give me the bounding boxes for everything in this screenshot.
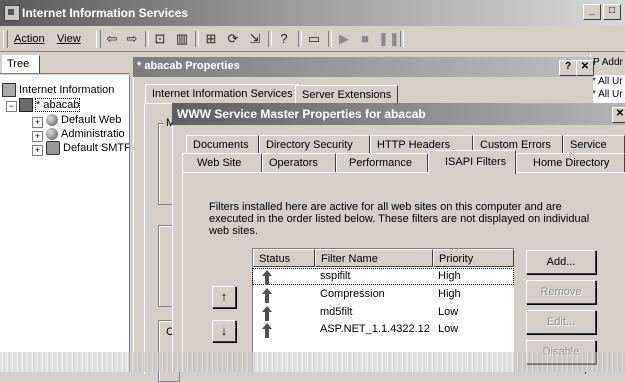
tree-item-default-web[interactable]: Default Web — [46, 113, 121, 127]
tree-header: Tree — [0, 54, 130, 74]
main-title-bar: Internet Information Services _ □ — [0, 0, 625, 26]
tree-item-administration[interactable]: Administratio — [46, 127, 125, 141]
properties-icon[interactable]: ⊞ — [203, 31, 219, 47]
tab-internet-information-services[interactable]: Internet Information Services — [145, 84, 300, 103]
edit-filter-button[interactable]: Edit... — [526, 310, 596, 334]
master-dialog-title-bar: WWW Service Master Properties for abacab… — [172, 103, 625, 125]
close-button[interactable]: ✕ — [612, 107, 625, 123]
tree-item-root[interactable]: Internet Information — [2, 83, 115, 98]
remove-filter-button[interactable]: Remove — [526, 280, 596, 304]
tab-isapi-filters[interactable]: ISAPI Filters — [428, 150, 516, 174]
tab-web-site[interactable]: Web Site — [182, 153, 262, 172]
filter-name: Compression — [320, 288, 385, 300]
toolbar-separator — [400, 31, 404, 47]
toolbar-separator — [195, 31, 199, 47]
expand-icon[interactable]: + — [32, 117, 43, 128]
add-filter-button[interactable]: Add... — [526, 250, 596, 274]
computer-icon[interactable]: ▭ — [306, 31, 322, 47]
toolbar-separator — [268, 31, 272, 47]
window-title: Internet Information Services — [22, 6, 189, 20]
tree-item-label: Default Web — [61, 114, 122, 126]
tree-tab[interactable]: Tree — [2, 55, 40, 73]
tab-performance[interactable]: Performance — [336, 153, 428, 172]
tree-pane[interactable]: Internet Information − * abacab + Defaul… — [0, 75, 130, 372]
iis-root-icon — [2, 83, 16, 98]
collapse-icon[interactable]: − — [6, 101, 17, 112]
tree-item-abacab[interactable]: * abacab — [19, 98, 81, 113]
list-item[interactable]: * All Ur — [590, 75, 625, 88]
up-folder-icon[interactable]: ⊡ — [152, 31, 168, 47]
column-header-priority[interactable]: Priority — [433, 249, 514, 267]
table-row[interactable]: ASP.NET_1.1.4322.12 Low — [253, 322, 513, 338]
pause-icon[interactable]: ❚❚ — [378, 31, 400, 47]
props-dialog-title: * abacab Properties — [137, 60, 240, 72]
tab-directory-security[interactable]: Directory Security — [259, 135, 370, 154]
column-header-status[interactable]: Status — [253, 249, 315, 267]
menu-toolbar: Action View ⇦ ⇨ ⊡ ▥ ⊞ ⟳ ⇲ ? ▭ ▶ ■ ❚❚ — [0, 26, 625, 52]
column-header-ip-address[interactable]: P Addr — [590, 54, 625, 74]
web-site-icon — [46, 114, 58, 127]
tree-item-label: Administratio — [61, 128, 125, 140]
filter-name: sspifilt — [320, 270, 351, 282]
filter-name: ASP.NET_1.1.4322.12 — [320, 323, 430, 335]
tree-item-label: Internet Information — [19, 84, 115, 96]
filter-name: md5filt — [320, 306, 353, 318]
tab-service[interactable]: Service — [563, 135, 625, 154]
tab-documents[interactable]: Documents — [186, 135, 259, 154]
back-icon[interactable]: ⇦ — [104, 31, 120, 47]
smtp-icon — [46, 141, 60, 156]
refresh-icon[interactable]: ⟳ — [225, 31, 241, 47]
forward-icon[interactable]: ⇨ — [124, 31, 140, 47]
column-header-filter-name[interactable]: Filter Name — [315, 249, 433, 267]
minimize-button[interactable]: _ — [583, 4, 601, 20]
tree-item-default-smtp[interactable]: Default SMTF — [46, 141, 130, 156]
tab-server-extensions[interactable]: Server Extensions — [295, 85, 399, 104]
stop-icon[interactable]: ■ — [357, 31, 373, 47]
torn-edge-artifact — [0, 352, 625, 372]
menu-action[interactable]: Action — [14, 33, 45, 45]
props-dialog-title-bar: * abacab Properties ? ✕ — [133, 57, 594, 77]
toolbar-grip-2[interactable] — [96, 30, 101, 48]
toolbar-grip[interactable] — [3, 30, 8, 48]
window-controls: _ □ — [583, 4, 621, 20]
menu-view[interactable]: View — [57, 33, 81, 45]
toolbar-separator — [298, 31, 302, 47]
move-down-button[interactable]: ↓ — [212, 320, 236, 342]
close-button[interactable]: ✕ — [576, 60, 594, 76]
expand-icon[interactable]: + — [32, 131, 43, 142]
table-row[interactable]: Compression High — [253, 287, 513, 303]
play-icon[interactable]: ▶ — [336, 31, 352, 47]
table-row[interactable]: md5filt Low — [253, 305, 513, 321]
filters-description: Filters installed here are active for al… — [209, 201, 590, 237]
help-icon[interactable]: ? — [276, 31, 292, 47]
iis-app-icon — [4, 5, 20, 21]
tree-item-label: Default SMTF — [63, 142, 130, 154]
tab-home-directory[interactable]: Home Directory — [516, 153, 625, 172]
filter-priority: High — [438, 270, 461, 282]
filter-priority: Low — [438, 323, 459, 335]
server-icon — [19, 98, 33, 113]
table-row[interactable]: sspifilt High — [252, 268, 514, 285]
maximize-button[interactable]: □ — [603, 4, 621, 20]
move-up-button[interactable]: ↑ — [212, 286, 236, 308]
tree-item-label: * abacab — [34, 98, 81, 112]
toolbar-separator — [328, 31, 332, 47]
toolbar-separator — [145, 31, 149, 47]
filter-priority: Low — [438, 306, 459, 318]
expand-icon[interactable]: + — [32, 145, 43, 156]
tab-operators[interactable]: Operators — [262, 153, 336, 172]
web-site-icon — [46, 128, 58, 141]
master-dialog-title: WWW Service Master Properties for abacab — [177, 107, 426, 121]
export-icon[interactable]: ⇲ — [247, 31, 263, 47]
show-hide-tree-icon[interactable]: ▥ — [174, 31, 190, 47]
help-button[interactable]: ? — [559, 60, 577, 76]
list-item[interactable]: * All Ur — [590, 88, 625, 101]
filter-priority: High — [438, 288, 461, 300]
